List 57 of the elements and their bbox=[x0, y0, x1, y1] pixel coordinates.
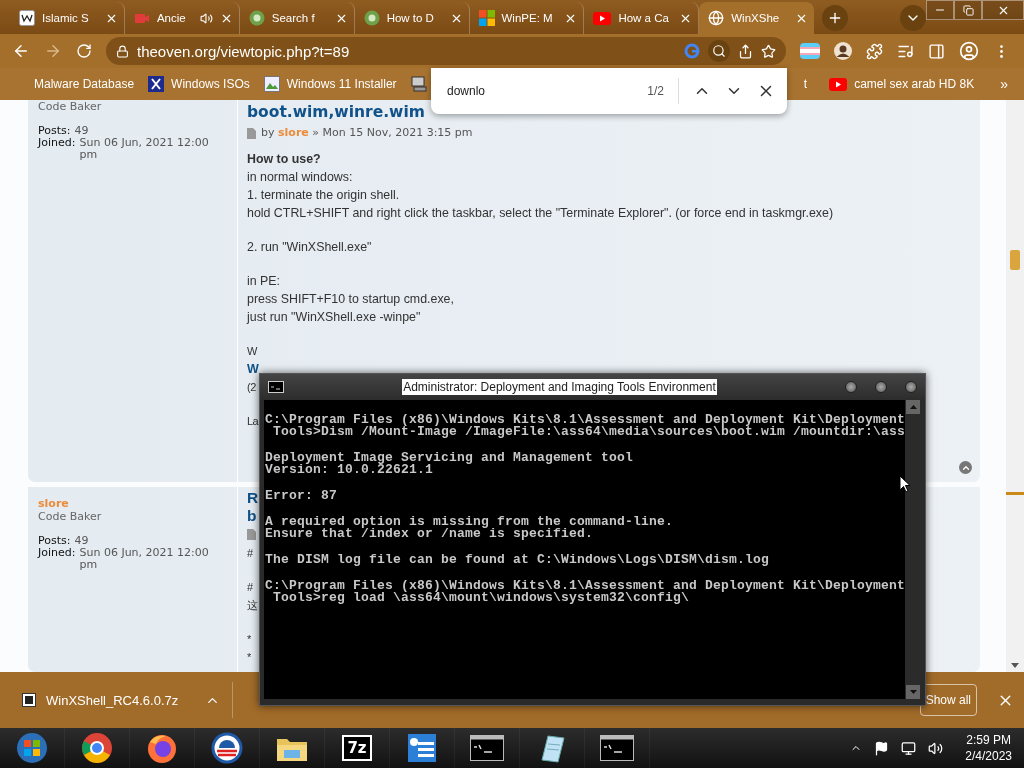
address-bar[interactable]: theoven.org/viewtopic.php?t=89 bbox=[106, 37, 786, 65]
post-text-fragment: W bbox=[247, 344, 257, 359]
clock-date: 2/4/2023 bbox=[965, 748, 1012, 764]
stat-value: Sun 06 Jun, 2021 12:00 pm bbox=[79, 547, 210, 571]
browser-tab[interactable]: WinXShe bbox=[699, 2, 815, 34]
console-line: C:\Program Files (x86)\Windows Kits\8.1\Assessment and Deployment Kit\Deployment bbox=[265, 414, 906, 426]
console-line: The DISM log file can be found at C:\Windows\Logs\DISM\dism.log bbox=[265, 554, 770, 566]
find-field[interactable]: downlo bbox=[447, 80, 634, 102]
console-line: Ensure that /index or /name is specified. bbox=[265, 528, 594, 540]
match-count: 1/2 bbox=[647, 78, 679, 104]
more-bookmarks-button[interactable]: » bbox=[996, 73, 1012, 95]
link-fragment[interactable]: R bbox=[247, 489, 259, 507]
bookmark[interactable]: Windows 11 Installer bbox=[259, 73, 401, 95]
clock-time: 2:59 PM bbox=[966, 732, 1011, 748]
post-text-fragment: (2 bbox=[247, 380, 256, 395]
post-text-line: 2. run "WinXShell.exe" bbox=[247, 239, 372, 256]
user-rank: Code Baker bbox=[38, 510, 102, 523]
post-text-line: press SHIFT+F10 to startup cmd.exe, bbox=[247, 291, 454, 308]
download-file-name[interactable]: WinXShell_RC4.6.0.7z bbox=[46, 692, 179, 708]
console-line: Tools>Dism /Mount-Image /ImageFile:\ass64\media\sources\boot.wim /mountdir:\ass bbox=[273, 426, 906, 438]
post-text-line: just run "WinXShell.exe -winpe" bbox=[247, 309, 421, 326]
bookmark[interactable]: Malware Database bbox=[30, 74, 139, 94]
post-text-line: hold CTRL+SHIFT and right click the taskbar, select the "Terminate Explorer". (or force end in taskmgr.exe) bbox=[247, 205, 833, 222]
post-text-fragment: # bbox=[247, 580, 253, 595]
clock[interactable]: 2:59 PM 2/4/2023 bbox=[965, 732, 1012, 764]
console-line: Tools>reg load \ass64\mount\windows\system32\config\ bbox=[273, 592, 690, 604]
console-line: C:\Program Files (x86)\Windows Kits\8.1\Assessment and Deployment Kit\Deployment bbox=[265, 580, 906, 592]
archiver-app[interactable]: 7z bbox=[342, 735, 372, 761]
console-line: Deployment Image Servicing and Management tool bbox=[265, 452, 634, 464]
link-fragment[interactable]: b bbox=[247, 507, 257, 525]
stat-label: Posts: bbox=[38, 125, 71, 137]
stat-value: Sun 06 Jun, 2021 12:00 pm bbox=[79, 137, 210, 161]
stat-label: Joined: bbox=[38, 547, 76, 561]
post-heading: How to use? bbox=[247, 151, 321, 168]
bookmark[interactable]: camel sex arab HD 8K bbox=[825, 74, 979, 94]
post-text-line: in normal windows: bbox=[247, 169, 353, 186]
post-text-fragment: 这 bbox=[247, 598, 258, 613]
bookmark[interactable]: t bbox=[799, 74, 812, 94]
post-byline: by slore » Mon 15 Nov, 2021 3:15 pm bbox=[261, 125, 473, 141]
stat-label: Joined: bbox=[38, 137, 76, 151]
window-title: Administrator: Deployment and Imaging Tools Environment bbox=[402, 379, 717, 395]
user-rank: Code Baker bbox=[38, 100, 102, 113]
post-title[interactable]: boot.wim,winre.wim bbox=[247, 102, 425, 122]
post-text-fragment: * bbox=[247, 632, 251, 647]
console-line: Error: 87 bbox=[265, 490, 337, 502]
post-text-line: 1. terminate the origin shell. bbox=[247, 187, 400, 204]
stat-value: 49 bbox=[74, 125, 89, 137]
bookmark[interactable]: Windows ISOs bbox=[144, 73, 254, 95]
console-line: Version: 10.0.22621.1 bbox=[265, 464, 434, 476]
stat-value: 49 bbox=[74, 535, 89, 547]
post-text-line: in PE: bbox=[247, 273, 281, 290]
stat-label: Posts: bbox=[38, 535, 71, 547]
post-text-fragment: # bbox=[247, 546, 253, 561]
console-line: A required option is missing from the command-line. bbox=[265, 516, 674, 528]
post-text-fragment: La bbox=[247, 414, 259, 429]
post-text-fragment: * bbox=[247, 650, 251, 665]
link-fragment[interactable]: W bbox=[247, 360, 259, 378]
